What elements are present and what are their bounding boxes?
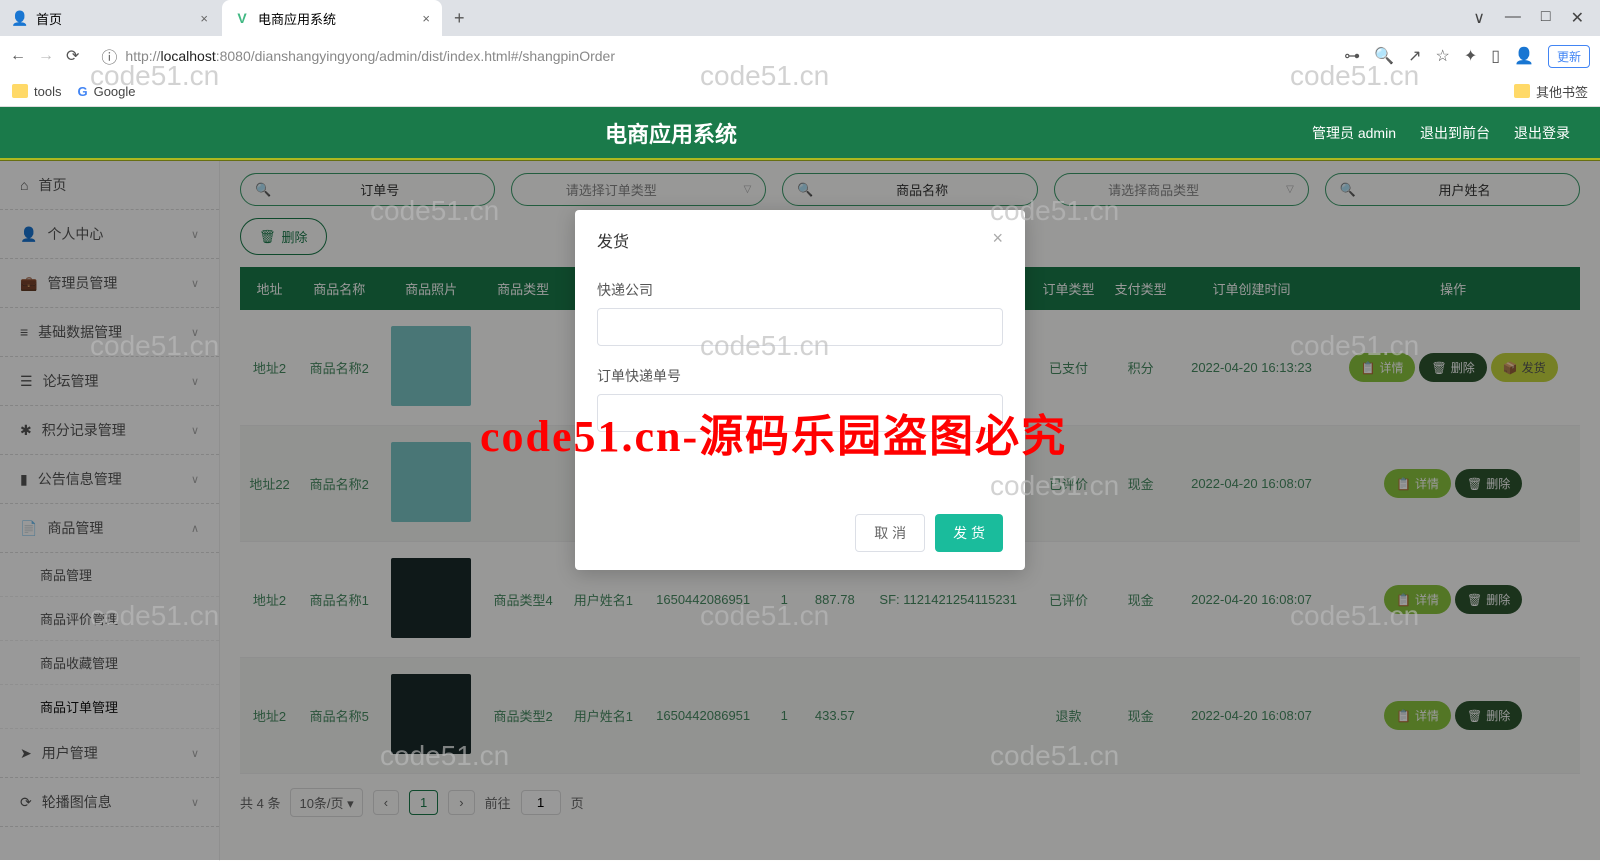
modal-overlay: 发货 × 快递公司 订单快递单号 取 消 发 货 bbox=[0, 160, 1600, 860]
window-controls: ∨ — □ ✕ bbox=[1457, 8, 1600, 28]
browser-chrome: 👤 首页 × V 电商应用系统 × + ∨ — □ ✕ ← → ⟳ ⓘ http… bbox=[0, 0, 1600, 107]
update-button[interactable]: 更新 bbox=[1548, 45, 1590, 68]
tab-title: 电商应用系统 bbox=[258, 9, 336, 28]
url-text: http://localhost:8080/dianshangyingyong/… bbox=[125, 48, 615, 64]
close-icon[interactable]: × bbox=[200, 11, 208, 26]
modal-title: 发货 bbox=[597, 228, 629, 252]
bookmark-google[interactable]: G Google bbox=[77, 84, 135, 99]
star-icon[interactable]: ☆ bbox=[1436, 46, 1450, 66]
panel-icon[interactable]: ▯ bbox=[1491, 46, 1500, 66]
dropdown-icon[interactable]: ∨ bbox=[1473, 8, 1485, 28]
close-icon[interactable]: × bbox=[992, 228, 1003, 252]
nav-bar: ← → ⟳ ⓘ http://localhost:8080/dianshangy… bbox=[0, 36, 1600, 76]
reload-icon[interactable]: ⟳ bbox=[66, 46, 79, 66]
profile-icon[interactable]: 👤 bbox=[1514, 46, 1534, 66]
minimize-icon[interactable]: — bbox=[1505, 8, 1521, 28]
cancel-button[interactable]: 取 消 bbox=[855, 514, 925, 552]
bookmarks-bar: tools G Google 其他书签 bbox=[0, 76, 1600, 106]
close-window-icon[interactable]: ✕ bbox=[1571, 8, 1584, 28]
tracking-label: 订单快递单号 bbox=[597, 366, 1003, 386]
google-icon: G bbox=[77, 84, 87, 99]
tab-title: 首页 bbox=[36, 9, 62, 28]
app-header: 电商应用系统 管理员 admin 退出到前台 退出登录 bbox=[0, 107, 1600, 161]
browser-tab-0[interactable]: 👤 首页 × bbox=[0, 0, 220, 36]
new-tab-button[interactable]: + bbox=[444, 8, 475, 29]
app-title: 电商应用系统 bbox=[30, 117, 1312, 149]
key-icon[interactable]: ⊶ bbox=[1344, 46, 1360, 66]
express-company-label: 快递公司 bbox=[597, 280, 1003, 300]
extension-icon[interactable]: ✦ bbox=[1464, 46, 1477, 66]
tab-bar: 👤 首页 × V 电商应用系统 × + ∨ — □ ✕ bbox=[0, 0, 1600, 36]
share-icon[interactable]: ↗ bbox=[1408, 46, 1421, 66]
url-bar[interactable]: ⓘ http://localhost:8080/dianshangyingyon… bbox=[91, 41, 1332, 71]
close-icon[interactable]: × bbox=[422, 11, 430, 26]
folder-icon bbox=[1514, 84, 1530, 98]
express-company-input[interactable] bbox=[597, 308, 1003, 346]
search-icon[interactable]: 🔍 bbox=[1374, 46, 1394, 66]
header-right: 管理员 admin 退出到前台 退出登录 bbox=[1312, 123, 1570, 143]
info-icon: ⓘ bbox=[101, 44, 117, 68]
modal-body: 快递公司 订单快递单号 bbox=[575, 270, 1025, 502]
exit-front-link[interactable]: 退出到前台 bbox=[1420, 123, 1490, 143]
bookmark-tools[interactable]: tools bbox=[12, 84, 61, 99]
browser-tab-1[interactable]: V 电商应用系统 × bbox=[222, 0, 442, 36]
back-icon[interactable]: ← bbox=[10, 47, 26, 65]
favicon-icon: V bbox=[234, 10, 250, 26]
other-bookmarks[interactable]: 其他书签 bbox=[1514, 82, 1588, 101]
nav-right: ⊶ 🔍 ↗ ☆ ✦ ▯ 👤 更新 bbox=[1344, 45, 1590, 68]
confirm-ship-button[interactable]: 发 货 bbox=[935, 514, 1003, 552]
modal-footer: 取 消 发 货 bbox=[575, 502, 1025, 570]
modal-header: 发货 × bbox=[575, 210, 1025, 270]
logout-link[interactable]: 退出登录 bbox=[1514, 123, 1570, 143]
favicon-icon: 👤 bbox=[12, 10, 28, 26]
folder-icon bbox=[12, 84, 28, 98]
user-label: 管理员 admin bbox=[1312, 123, 1396, 143]
forward-icon[interactable]: → bbox=[38, 47, 54, 65]
maximize-icon[interactable]: □ bbox=[1541, 8, 1551, 28]
tracking-input[interactable] bbox=[597, 394, 1003, 432]
ship-modal: 发货 × 快递公司 订单快递单号 取 消 发 货 bbox=[575, 210, 1025, 570]
